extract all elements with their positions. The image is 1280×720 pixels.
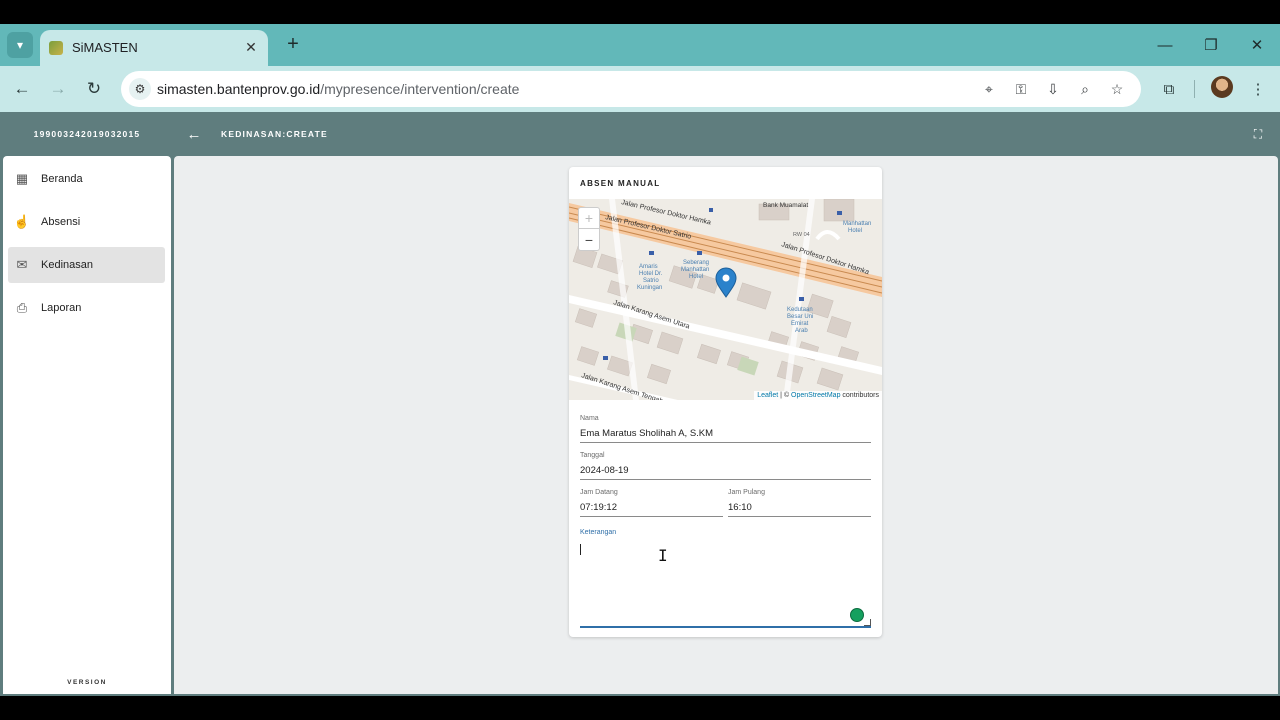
browser-window: ▾ SiMASTEN ✕ + — ❐ ✕ ← → ↻ ⚙ simasten.ba… <box>0 24 1280 696</box>
map-poi-label: Manhattan <box>681 267 709 273</box>
fullscreen-icon[interactable]: ⛶ <box>1250 126 1266 142</box>
extensions-icon[interactable]: ⧉ <box>1157 77 1181 101</box>
jam-pulang-field[interactable]: Jam Pulang 16:10 <box>728 489 871 517</box>
tab-title: SiMASTEN <box>72 40 138 55</box>
sidebar-user-id: 199003242019032015 <box>3 112 171 156</box>
map-poi-label: Manhattan <box>843 221 871 227</box>
zoom-in-button[interactable]: + <box>579 208 599 229</box>
map-poi-label: Kedutaan <box>787 307 813 313</box>
field-underline <box>580 516 723 517</box>
site-favicon-icon <box>49 41 63 55</box>
url-text[interactable]: simasten.bantenprov.go.id/mypresence/int… <box>157 81 519 97</box>
sidebar-item-label: Beranda <box>41 173 83 185</box>
sidebar-menu: ▦ Beranda ☝ Absensi ✉ Kedinasan ⎙ Lapora… <box>3 156 171 694</box>
address-bar[interactable]: ⚙ simasten.bantenprov.go.id/mypresence/i… <box>121 71 1141 107</box>
minimize-icon[interactable]: — <box>1154 34 1176 56</box>
card-title: ABSEN MANUAL <box>580 179 661 188</box>
tab-bar: ▾ SiMASTEN ✕ + — ❐ ✕ <box>0 24 1280 66</box>
close-tab-icon[interactable]: ✕ <box>242 38 260 56</box>
restore-icon[interactable]: ❐ <box>1200 34 1222 56</box>
new-tab-icon[interactable]: + <box>282 33 304 55</box>
map-poi-label: Satrio <box>643 278 659 284</box>
map-poi-label: Hotel <box>689 274 703 280</box>
keterangan-textarea[interactable] <box>580 539 871 625</box>
back-icon[interactable]: ← <box>10 77 34 101</box>
sidebar-item-laporan[interactable]: ⎙ Laporan <box>8 290 165 326</box>
map-poi-label: Kuningan <box>637 285 662 291</box>
location-icon[interactable]: ⌖ <box>979 79 999 99</box>
field-underline <box>728 516 871 517</box>
jam-datang-field[interactable]: Jam Datang 07:19:12 <box>580 489 723 517</box>
field-underline <box>580 479 871 480</box>
map-poi-label: Seberang <box>683 260 709 266</box>
map-tiles: Jalan Profesor Doktor Hamka Jalan Profes… <box>569 199 882 400</box>
map-poi-label: Besar Uni <box>787 314 813 320</box>
sidebar-item-absensi[interactable]: ☝ Absensi <box>8 204 165 240</box>
grammarly-icon[interactable] <box>850 608 864 622</box>
version-label: VERSION <box>67 679 107 686</box>
resize-handle-icon[interactable] <box>864 619 871 626</box>
forward-icon[interactable]: → <box>46 77 70 101</box>
sidebar-item-label: Absensi <box>41 216 81 228</box>
field-underline <box>580 442 871 443</box>
field-underline-focused <box>580 626 871 628</box>
nama-field[interactable]: Nama Ema Maratus Sholihah A, S.KM <box>580 415 871 443</box>
tab-search-icon[interactable]: ▾ <box>7 32 33 58</box>
keterangan-label: Keterangan <box>580 529 617 536</box>
browser-tab[interactable]: SiMASTEN ✕ <box>40 30 268 66</box>
sidebar-item-beranda[interactable]: ▦ Beranda <box>8 161 165 197</box>
nama-label: Nama <box>580 415 599 422</box>
map-zoom-control: + − <box>578 207 600 251</box>
map-poi-label: Emirat <box>791 321 809 327</box>
jam-pulang-value: 16:10 <box>728 502 752 513</box>
nama-value: Ema Maratus Sholihah A, S.KM <box>580 428 714 439</box>
back-arrow-icon[interactable]: ← <box>184 124 204 144</box>
map-poi-label: Amaris <box>639 264 658 270</box>
map-attribution: Leaflet | © OpenStreetMap contributors <box>754 391 882 400</box>
osm-link[interactable]: OpenStreetMap <box>791 392 840 399</box>
profile-avatar[interactable] <box>1211 76 1233 98</box>
page-header: ← KEDINASAN:CREATE ⛶ <box>174 112 1278 156</box>
absen-manual-card: ABSEN MANUAL Jalan Profesor Doktor Hamka… <box>569 167 882 637</box>
jam-datang-label: Jam Datang <box>580 489 618 496</box>
jam-pulang-label: Jam Pulang <box>728 489 765 496</box>
map-poi-label: Hotel Dr. <box>639 271 663 277</box>
zoom-icon[interactable]: ⌕ <box>1075 79 1095 99</box>
sidebar-item-kedinasan[interactable]: ✉ Kedinasan <box>8 247 165 283</box>
touch-icon: ☝ <box>13 214 31 229</box>
site-settings-icon[interactable]: ⚙ <box>129 78 151 100</box>
zoom-out-button[interactable]: − <box>579 229 599 250</box>
mail-icon: ✉ <box>16 257 28 272</box>
tanggal-value: 2024-08-19 <box>580 465 629 476</box>
password-key-icon[interactable]: ⚿ <box>1011 79 1031 99</box>
text-cursor-icon: I <box>658 546 668 565</box>
location-map[interactable]: Jalan Profesor Doktor Hamka Jalan Profes… <box>569 199 882 400</box>
sidebar: 199003242019032015 ▦ Beranda ☝ Absensi ✉… <box>3 112 171 694</box>
toolbar-divider <box>1194 80 1195 98</box>
page-title: KEDINASAN:CREATE <box>221 129 328 139</box>
app-root: 199003242019032015 ▦ Beranda ☝ Absensi ✉… <box>0 112 1280 696</box>
dashboard-icon: ▦ <box>15 171 29 186</box>
close-window-icon[interactable]: ✕ <box>1246 34 1268 56</box>
map-rw-label: RW 04 <box>793 232 810 238</box>
jam-datang-value: 07:19:12 <box>580 502 617 513</box>
reload-icon[interactable]: ↻ <box>82 77 106 101</box>
map-poi-label: Hotel <box>848 228 862 234</box>
tanggal-field[interactable]: Tanggal 2024-08-19 <box>580 452 871 480</box>
bookmark-star-icon[interactable]: ☆ <box>1107 79 1127 99</box>
printer-icon: ⎙ <box>16 300 28 315</box>
map-poi-label: Arab <box>795 328 808 334</box>
map-poi-label: Bank Muamalat <box>763 202 808 209</box>
tanggal-label: Tanggal <box>580 452 605 459</box>
browser-toolbar: ← → ↻ ⚙ simasten.bantenprov.go.id/mypres… <box>0 66 1280 112</box>
sidebar-item-label: Laporan <box>41 302 82 314</box>
install-app-icon[interactable]: ⇩ <box>1043 79 1063 99</box>
text-caret <box>580 544 581 555</box>
sidebar-item-label: Kedinasan <box>41 259 93 271</box>
leaflet-link[interactable]: Leaflet <box>757 392 778 399</box>
menu-kebab-icon[interactable]: ⋮ <box>1246 77 1270 101</box>
main-content: ABSEN MANUAL Jalan Profesor Doktor Hamka… <box>174 156 1278 694</box>
